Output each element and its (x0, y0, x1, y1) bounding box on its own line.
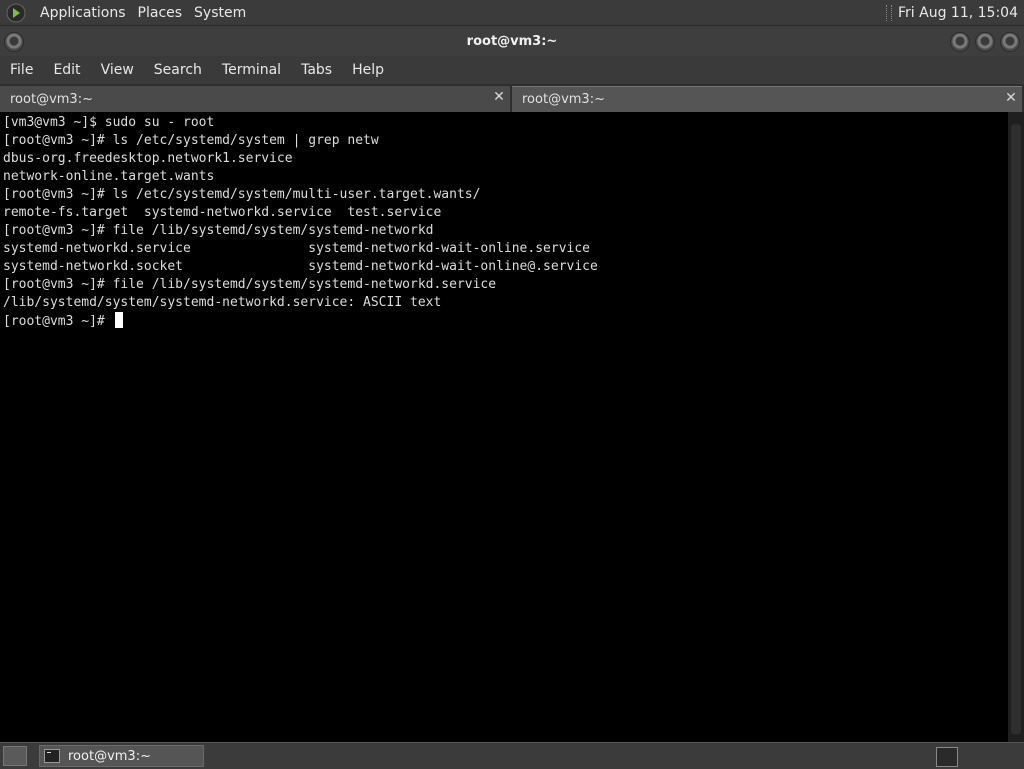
tab-label: root@vm3:~ (522, 92, 605, 107)
menubar: File Edit View Search Terminal Tabs Help (0, 56, 1024, 84)
terminal-scrollbar[interactable] (1008, 112, 1024, 742)
clock[interactable]: Fri Aug 11, 15:04 (898, 5, 1024, 21)
menu-help[interactable]: Help (342, 62, 394, 78)
close-tab-icon[interactable]: ✕ (492, 90, 506, 104)
workspace-switcher-icon[interactable] (936, 747, 958, 767)
taskbar-window-label: root@vm3:~ (68, 748, 151, 764)
minimize-button[interactable] (950, 32, 970, 52)
terminal-line: network-online.target.wants (3, 169, 215, 184)
terminal-prompt: [root@vm3 ~]# (3, 314, 113, 329)
terminal-line: systemd-networkd.service systemd-network… (3, 241, 590, 256)
terminal-line: /lib/systemd/system/systemd-networkd.ser… (3, 295, 442, 310)
distro-logo-icon[interactable] (6, 3, 26, 23)
bottom-panel: root@vm3:~ (0, 742, 1024, 769)
window-titlebar[interactable]: root@vm3:~ (0, 26, 1024, 56)
menu-search[interactable]: Search (144, 62, 212, 78)
system-menu[interactable]: System (188, 5, 252, 21)
terminal-line: [vm3@vm3 ~]$ sudo su - root (3, 115, 215, 130)
window-title: root@vm3:~ (466, 33, 558, 49)
places-menu[interactable]: Places (132, 5, 189, 21)
tab-2[interactable]: root@vm3:~ ✕ (512, 86, 1022, 112)
maximize-button[interactable] (975, 32, 995, 52)
close-tab-icon[interactable]: ✕ (1004, 91, 1018, 105)
menu-file[interactable]: File (0, 62, 43, 78)
tab-1[interactable]: root@vm3:~ ✕ (0, 86, 510, 112)
terminal-line: [root@vm3 ~]# ls /etc/systemd/system/mul… (3, 187, 481, 202)
terminal-line: [root@vm3 ~]# ls /etc/systemd/system | g… (3, 133, 379, 148)
menu-edit[interactable]: Edit (43, 62, 90, 78)
terminal-prompt-line[interactable]: [root@vm3 ~]# (3, 312, 1008, 330)
terminal-line: [root@vm3 ~]# file /lib/systemd/system/s… (3, 223, 434, 238)
top-panel: Applications Places System Fri Aug 11, 1… (0, 0, 1024, 26)
tab-label: root@vm3:~ (10, 91, 93, 107)
menu-terminal[interactable]: Terminal (212, 62, 291, 78)
terminal-line: systemd-networkd.socket systemd-networkd… (3, 259, 598, 274)
scrollbar-thumb[interactable] (1011, 124, 1021, 734)
terminal-line: [root@vm3 ~]# file /lib/systemd/system/s… (3, 277, 497, 292)
terminal-line: remote-fs.target systemd-networkd.servic… (3, 205, 442, 220)
close-window-button[interactable] (1000, 32, 1020, 52)
applications-menu[interactable]: Applications (34, 5, 132, 21)
terminal-icon (44, 749, 60, 763)
tab-bar: root@vm3:~ ✕ root@vm3:~ ✕ (0, 84, 1024, 112)
menu-view[interactable]: View (91, 62, 144, 78)
show-desktop-icon[interactable] (3, 746, 27, 766)
terminal-line: dbus-org.freedesktop.network1.service (3, 151, 293, 166)
window-menu-button[interactable] (4, 32, 24, 52)
menu-tabs[interactable]: Tabs (291, 62, 342, 78)
taskbar-window-button[interactable]: root@vm3:~ (39, 745, 204, 767)
panel-handle-icon[interactable] (886, 4, 893, 21)
terminal-output[interactable]: [vm3@vm3 ~]$ sudo su - root [root@vm3 ~]… (0, 112, 1008, 742)
text-cursor (114, 312, 123, 328)
